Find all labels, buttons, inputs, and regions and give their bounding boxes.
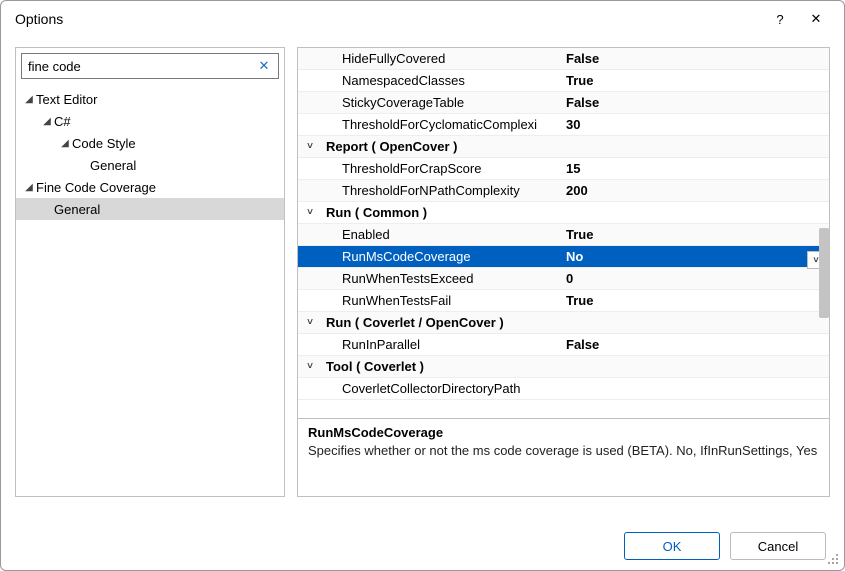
property-group-header[interactable]: ˅Tool ( Coverlet ) (298, 356, 829, 378)
property-row[interactable]: RunWhenTestsExceed0 (298, 268, 829, 290)
property-row[interactable]: HideFullyCoveredFalse (298, 48, 829, 70)
property-name: Enabled (322, 227, 562, 242)
description-pane: RunMsCodeCoverage Specifies whether or n… (298, 418, 829, 496)
search-wrap: ✕ (16, 48, 284, 84)
tree-item[interactable]: ◢Code Style (16, 132, 284, 154)
property-group-header[interactable]: ˅Run ( Coverlet / OpenCover ) (298, 312, 829, 334)
property-row[interactable]: NamespacedClassesTrue (298, 70, 829, 92)
property-value[interactable]: 200 (562, 183, 829, 198)
help-button[interactable]: ? (762, 5, 798, 33)
cancel-button[interactable]: Cancel (730, 532, 826, 560)
property-name: RunMsCodeCoverage (322, 249, 562, 264)
expand-icon[interactable]: ˅ (298, 207, 322, 218)
tree-item-label: Fine Code Coverage (36, 180, 156, 195)
property-value[interactable]: 15 (562, 161, 829, 176)
close-button[interactable]: ✕ (798, 5, 834, 33)
nav-pane: ✕ ◢Text Editor◢C#◢Code StyleGeneral◢Fine… (15, 47, 285, 497)
property-group-header[interactable]: ˅Report ( OpenCover ) (298, 136, 829, 158)
property-row[interactable]: CoverletCollectorDirectoryPath (298, 378, 829, 400)
chevron-down-icon[interactable]: ◢ (22, 94, 36, 105)
ok-button[interactable]: OK (624, 532, 720, 560)
options-dialog: Options ? ✕ ✕ ◢Text Editor◢C#◢Code Style… (0, 0, 845, 571)
tree-item[interactable]: ◢Text Editor (16, 88, 284, 110)
property-name: ThresholdForCrapScore (322, 161, 562, 176)
tree-item[interactable]: ◢C# (16, 110, 284, 132)
property-name: NamespacedClasses (322, 73, 562, 88)
property-row[interactable]: EnabledTrue (298, 224, 829, 246)
property-grid[interactable]: HideFullyCoveredFalseNamespacedClassesTr… (298, 48, 829, 418)
search-box[interactable]: ✕ (21, 53, 279, 79)
property-value[interactable]: True (562, 227, 829, 242)
tree-item-label: Code Style (72, 136, 136, 151)
tree-item-label: General (90, 158, 136, 173)
nav-tree[interactable]: ◢Text Editor◢C#◢Code StyleGeneral◢Fine C… (16, 84, 284, 496)
tree-item[interactable]: ◢Fine Code Coverage (16, 176, 284, 198)
property-value[interactable]: 30 (562, 117, 829, 132)
chevron-down-icon[interactable]: ◢ (58, 138, 72, 149)
property-name: RunWhenTestsExceed (322, 271, 562, 286)
clear-search-icon[interactable]: ✕ (256, 58, 272, 74)
property-name: RunWhenTestsFail (322, 293, 562, 308)
question-icon: ? (776, 12, 783, 27)
property-name: ThresholdForNPathComplexity (322, 183, 562, 198)
expand-icon[interactable]: ˅ (298, 317, 322, 328)
dialog-title: Options (15, 11, 762, 27)
property-value[interactable]: False (562, 51, 829, 66)
search-input[interactable] (28, 55, 256, 77)
property-value[interactable]: True (562, 73, 829, 88)
property-row[interactable]: ThresholdForNPathComplexity200 (298, 180, 829, 202)
description-text: Specifies whether or not the ms code cov… (308, 442, 819, 460)
property-row[interactable]: ThresholdForCrapScore15 (298, 158, 829, 180)
tree-item[interactable]: General (16, 198, 284, 220)
property-name: HideFullyCovered (322, 51, 562, 66)
tree-item-label: C# (54, 114, 71, 129)
property-grid-wrap: HideFullyCoveredFalseNamespacedClassesTr… (298, 48, 829, 418)
property-name: StickyCoverageTable (322, 95, 562, 110)
property-name: Run ( Coverlet / OpenCover ) (322, 315, 562, 330)
chevron-down-icon[interactable]: ◢ (40, 116, 54, 127)
scrollbar[interactable] (819, 228, 829, 318)
tree-item-label: Text Editor (36, 92, 97, 107)
dialog-footer: OK Cancel (624, 532, 826, 560)
property-value[interactable]: True (562, 293, 829, 308)
tree-item[interactable]: General (16, 154, 284, 176)
property-value[interactable]: 0 (562, 271, 829, 286)
dialog-body: ✕ ◢Text Editor◢C#◢Code StyleGeneral◢Fine… (1, 37, 844, 497)
property-name: Report ( OpenCover ) (322, 139, 562, 154)
chevron-down-icon[interactable]: ◢ (22, 182, 36, 193)
property-value[interactable]: False (562, 337, 829, 352)
property-name: Run ( Common ) (322, 205, 562, 220)
property-value[interactable]: No˅ (562, 249, 829, 264)
tree-item-label: General (54, 202, 100, 217)
property-row[interactable]: StickyCoverageTableFalse (298, 92, 829, 114)
close-icon: ✕ (811, 11, 822, 27)
resize-grip-icon[interactable] (826, 552, 840, 566)
property-group-header[interactable]: ˅Run ( Common ) (298, 202, 829, 224)
description-title: RunMsCodeCoverage (308, 425, 819, 440)
property-value[interactable]: False (562, 95, 829, 110)
expand-icon[interactable]: ˅ (298, 141, 322, 152)
property-name: CoverletCollectorDirectoryPath (322, 381, 562, 396)
property-name: ThresholdForCyclomaticComplexi (322, 117, 562, 132)
property-pane: HideFullyCoveredFalseNamespacedClassesTr… (297, 47, 830, 497)
property-name: RunInParallel (322, 337, 562, 352)
titlebar: Options ? ✕ (1, 1, 844, 37)
property-name: Tool ( Coverlet ) (322, 359, 562, 374)
property-row[interactable]: ThresholdForCyclomaticComplexi30 (298, 114, 829, 136)
expand-icon[interactable]: ˅ (298, 361, 322, 372)
property-row[interactable]: RunMsCodeCoverageNo˅ (298, 246, 829, 268)
property-row[interactable]: RunInParallelFalse (298, 334, 829, 356)
property-row[interactable]: RunWhenTestsFailTrue (298, 290, 829, 312)
